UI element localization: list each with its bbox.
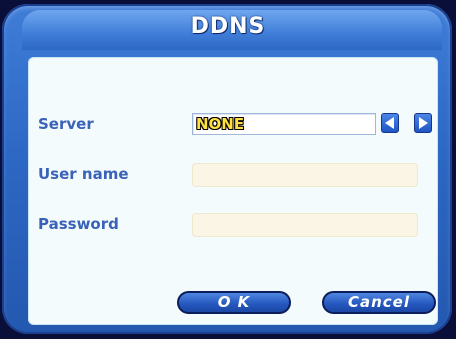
- password-field[interactable]: [192, 213, 418, 237]
- cancel-button[interactable]: Cancel: [322, 291, 436, 314]
- triangle-right-icon: [419, 117, 428, 129]
- server-prev-button[interactable]: [381, 113, 399, 133]
- dialog-title: DDNS: [190, 14, 266, 39]
- ok-button[interactable]: O K: [177, 291, 291, 314]
- user-name-field[interactable]: [192, 163, 418, 187]
- server-value: NONE: [196, 115, 245, 133]
- user-name-label: User name: [38, 165, 129, 183]
- triangle-left-icon: [385, 117, 394, 129]
- server-select[interactable]: NONE: [192, 113, 376, 135]
- server-next-button[interactable]: [414, 113, 432, 133]
- password-label: Password: [38, 215, 119, 233]
- dialog-content-panel: [28, 57, 438, 325]
- server-label: Server: [38, 115, 94, 133]
